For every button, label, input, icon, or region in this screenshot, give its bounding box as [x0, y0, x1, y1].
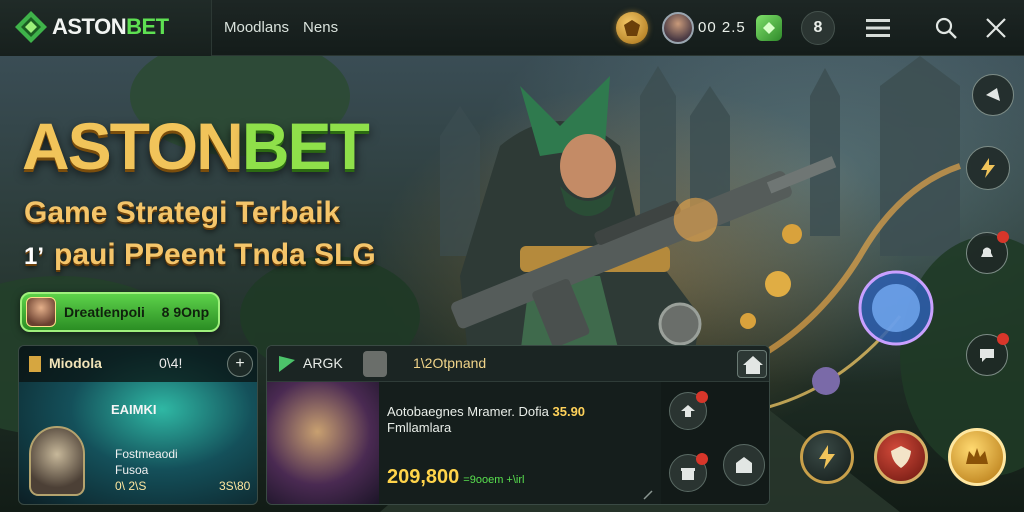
offer-desc-line-1: Aotobaegnes Mramer. Dofia	[387, 404, 549, 419]
user-avatar[interactable]	[662, 12, 694, 44]
tab-argk[interactable]: ARGK	[303, 355, 343, 371]
notification-dot	[997, 231, 1009, 243]
lock-glyph: 8	[813, 19, 823, 36]
shop-button[interactable]	[723, 444, 765, 486]
side-action-button-4[interactable]	[966, 333, 1009, 376]
hero-subtitle-2: 1’ paui PPeent Tnda SLG	[24, 238, 376, 272]
offer-price: 35.90	[552, 404, 586, 419]
logo-text: ASTONBET	[52, 14, 169, 40]
tab-reward[interactable]: 1\2Otpnand	[413, 355, 486, 371]
offer-desc-line-2: Fmllamlara	[387, 420, 452, 435]
share-badge	[696, 391, 708, 403]
gift-button[interactable]	[669, 453, 708, 492]
hero-card-label: EAIMKI	[111, 402, 157, 417]
crown-icon	[966, 448, 988, 464]
chat-notification-dot	[997, 333, 1009, 345]
chat-icon	[980, 349, 994, 362]
offer-card-header: ARGK 1\2Otpnand	[267, 346, 769, 382]
gem-icon[interactable]	[756, 15, 782, 41]
offer-side-actions	[661, 382, 769, 504]
pot-note: =9ooem +\irl	[463, 474, 525, 486]
subtitle-2-text: paui PPeent Tnda SLG	[54, 238, 376, 271]
flag-icon	[986, 88, 1000, 101]
add-hero-button[interactable]: +	[227, 351, 253, 377]
offer-card[interactable]: ARGK 1\2Otpnand Aotobaegnes Mramer. Dofi…	[266, 345, 770, 505]
nav-item-moodlans[interactable]: Moodlans	[224, 19, 289, 36]
home-button[interactable]	[737, 350, 767, 378]
logo-text-accent: BET	[126, 14, 169, 39]
resize-icon	[643, 490, 653, 500]
offer-description: Aotobaegnes Mramer. Dofia 35.90 Fmllamla…	[387, 404, 657, 436]
crest-glyph	[624, 20, 640, 36]
close-glyph	[986, 18, 1006, 38]
side-action-button-1[interactable]	[972, 74, 1014, 116]
share-button[interactable]	[669, 391, 708, 430]
item-icon	[363, 351, 387, 377]
hero-title: ASTONBET	[22, 108, 370, 184]
gift-icon	[681, 468, 695, 480]
hero-card-title: Miodola	[49, 355, 102, 371]
hero-name-line-1: Fostmeaodi	[115, 447, 178, 461]
cta-avatar	[26, 297, 56, 327]
brand-logo[interactable]: ASTONBET	[0, 0, 212, 56]
gift-badge	[696, 453, 708, 465]
hero-portrait	[29, 426, 85, 496]
flag-icon	[279, 356, 295, 372]
cta-label: Dreatlenpoli ﾠ8 9Onp	[64, 304, 210, 320]
hero-stat-2: 3S\80	[219, 479, 251, 493]
banner-icon	[29, 356, 41, 372]
offer-artwork	[267, 382, 379, 504]
hero-stat-1: 0\ 2\S	[115, 479, 147, 493]
nav-item-nens[interactable]: Nens	[303, 19, 338, 36]
hero-title-accent: BET	[241, 109, 370, 183]
astonbet-logo-icon	[15, 11, 47, 43]
hero-title-main: ASTON	[22, 109, 244, 183]
hamburger-icon[interactable]	[862, 12, 894, 44]
close-icon[interactable]	[980, 12, 1012, 44]
boost-button[interactable]	[800, 430, 854, 484]
shield-icon	[891, 446, 911, 468]
hero-name-line-2: Fusoa	[115, 463, 149, 477]
search-icon[interactable]	[930, 12, 962, 44]
shop-icon	[736, 457, 752, 473]
gem-glyph	[763, 22, 775, 34]
hero-card[interactable]: Miodola 0\4! + EAIMKI Fostmeaodi Fusoa 0…	[18, 345, 258, 505]
share-icon	[681, 405, 695, 417]
home-icon	[743, 356, 763, 374]
lightning-icon	[981, 158, 995, 178]
reward-button[interactable]	[948, 428, 1006, 486]
lightning-icon	[819, 445, 835, 469]
hamburger-glyph	[866, 19, 890, 37]
coin-icon[interactable]	[616, 12, 648, 44]
side-action-button-3[interactable]	[966, 231, 1009, 274]
top-nav: Moodlans Nens	[224, 19, 338, 36]
hero-card-header: Miodola 0\4! +	[19, 346, 257, 382]
hero-card-count: 0\4!	[159, 355, 183, 371]
wallet-balance: 00 2.5	[698, 19, 746, 36]
pot-value: 209,800	[387, 466, 460, 488]
hero-subtitle-1: Game Strategi Terbaik	[24, 196, 341, 229]
offer-detail: Aotobaegnes Mramer. Dofia 35.90 Fmllamla…	[379, 382, 661, 504]
subtitle-mark: 1’	[24, 243, 45, 270]
lock-button[interactable]: 8	[801, 11, 835, 45]
attack-button[interactable]	[874, 430, 928, 484]
offer-pot: 209,800 =9ooem +\irl	[387, 466, 524, 489]
logo-text-main: ASTON	[52, 14, 127, 39]
hero-name: Fostmeaodi Fusoa	[115, 446, 178, 478]
bell-icon	[981, 247, 993, 257]
side-action-button-2[interactable]	[966, 146, 1010, 190]
top-bar: ASTONBET Moodlans Nens 00 2.5 8	[0, 0, 1024, 56]
play-now-button[interactable]: Dreatlenpoli ﾠ8 9Onp	[20, 292, 220, 332]
search-glyph	[935, 17, 957, 39]
